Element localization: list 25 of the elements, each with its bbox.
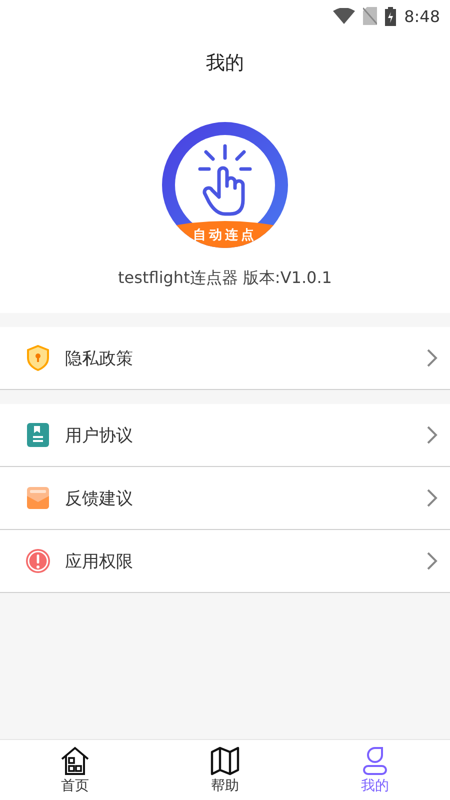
battery-icon <box>385 6 396 26</box>
clock-time: 8:48 <box>404 6 440 26</box>
chevron-icon <box>426 348 438 368</box>
nav-tab[interactable]: 我的 <box>300 740 450 800</box>
user-icon <box>360 746 390 776</box>
chevron-icon <box>426 488 438 508</box>
envelope-icon <box>26 486 50 510</box>
no-sim-icon <box>363 7 378 25</box>
menu-item[interactable]: 反馈建议 <box>0 467 450 530</box>
page-title: 我的 <box>206 51 244 76</box>
nav-tab[interactable]: 帮助 <box>150 740 300 800</box>
chevron-icon <box>426 425 438 445</box>
logo-text: 自动连点 <box>192 227 258 244</box>
wifi-icon <box>333 8 356 24</box>
home-icon <box>60 746 90 776</box>
warning-icon <box>25 548 51 574</box>
version-text: testflight连点器 版本:V1.0.1 <box>118 268 332 289</box>
book-icon <box>26 422 50 448</box>
menu-item[interactable]: 隐私政策 <box>0 327 450 390</box>
menu-item[interactable]: 应用权限 <box>0 530 450 593</box>
map-icon <box>210 746 240 776</box>
nav-tab[interactable]: 首页 <box>0 740 150 800</box>
chevron-icon <box>426 551 438 571</box>
menu-item[interactable]: 用户协议 <box>0 404 450 467</box>
shield-icon <box>26 345 50 371</box>
